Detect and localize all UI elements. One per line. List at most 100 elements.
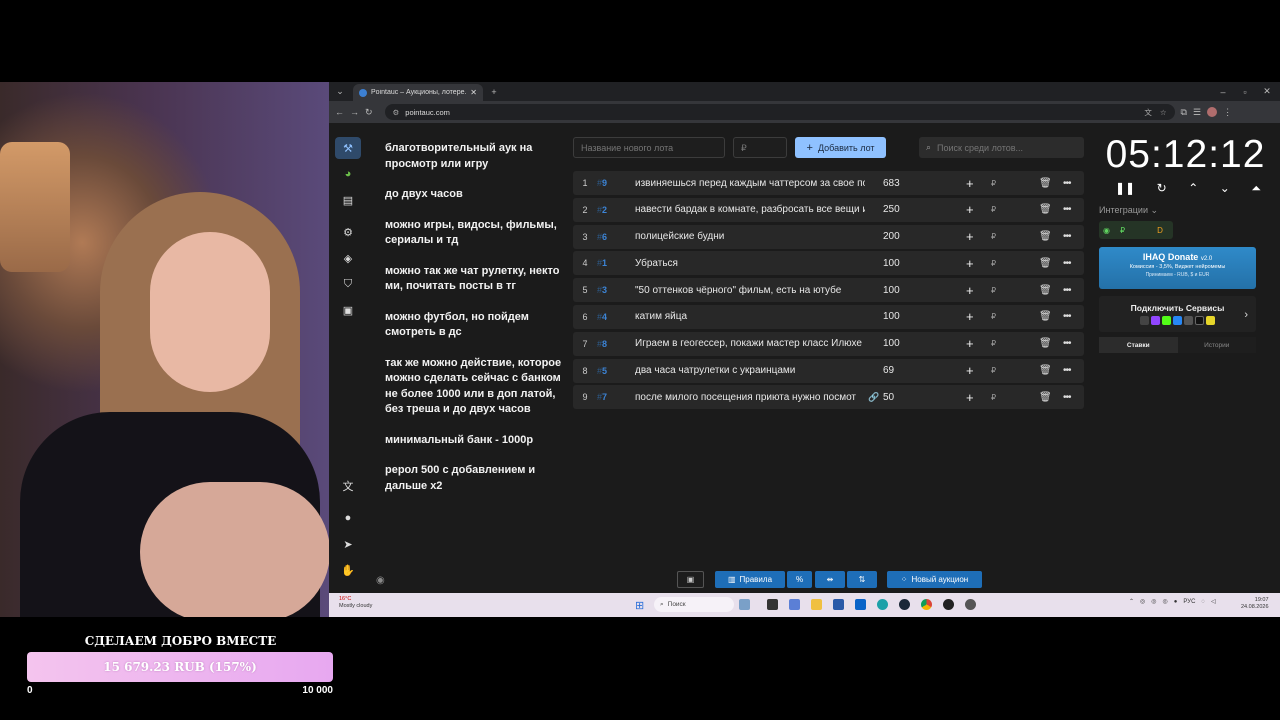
delete-lot-icon[interactable]: 🗑 <box>1039 231 1052 242</box>
taskbar-app-icon[interactable] <box>855 599 866 610</box>
percent-button[interactable]: % <box>787 571 812 588</box>
ruble-icon[interactable]: ₽ <box>991 205 996 214</box>
more-options-icon[interactable]: ••• <box>1063 285 1071 296</box>
ruble-icon[interactable]: ₽ <box>991 366 996 375</box>
taskbar-app-icon[interactable] <box>789 599 800 610</box>
lot-search-input[interactable] <box>937 142 1077 153</box>
add-amount-icon[interactable]: + <box>966 229 974 244</box>
forward-icon[interactable]: → <box>350 107 359 117</box>
lot-row[interactable]: 2 #2 навести бардак в комнате, разбросат… <box>573 197 1084 222</box>
ruble-icon[interactable]: ₽ <box>991 232 996 241</box>
lot-name[interactable]: два часа чатрулетки с украинцами <box>635 365 865 376</box>
mic-icon[interactable]: ● <box>1174 599 1178 605</box>
lot-row[interactable]: 7 #8 Играем в геогессер, покажи мастер к… <box>573 331 1084 356</box>
new-auction-button[interactable]: ⁘ Новый аукцион <box>887 571 982 588</box>
volume-icon[interactable]: ◁ <box>1211 598 1216 605</box>
windows-start-icon[interactable]: ⊞ <box>635 599 644 612</box>
tab-list-icon[interactable]: ⌄ <box>333 85 347 99</box>
github-icon[interactable]: ● <box>335 507 361 529</box>
tray-chevron-icon[interactable]: ⌃ <box>1129 598 1134 605</box>
sort-button[interactable]: ⇅ <box>847 571 877 588</box>
lot-row[interactable]: 1 #9 извиняешься перед каждым чаттерсом … <box>573 171 1084 195</box>
taskbar-app-icon[interactable] <box>833 599 844 610</box>
close-tab-icon[interactable]: ✕ <box>470 88 477 97</box>
lot-amount[interactable]: 683 <box>883 178 943 189</box>
increase-icon[interactable]: ⌃ <box>1188 181 1198 197</box>
ruble-icon[interactable]: ₽ <box>991 179 996 188</box>
reload-icon[interactable]: ↻ <box>365 107 373 118</box>
address-bar[interactable]: ⚙ pointauc.com 文 ☆ <box>384 104 1175 120</box>
add-amount-icon[interactable]: + <box>966 176 974 191</box>
lot-name[interactable]: навести бардак в комнате, разбросать все… <box>635 204 865 215</box>
lot-row[interactable]: 4 #1 Убраться 100 + ₽ 🗑 ••• <box>573 251 1084 276</box>
ruble-icon[interactable]: ₽ <box>991 312 996 321</box>
more-options-icon[interactable]: ••• <box>1063 204 1071 215</box>
lot-amount[interactable]: 100 <box>883 258 943 269</box>
lot-amount[interactable]: 50 <box>883 392 943 403</box>
ruble-icon[interactable]: ₽ <box>991 259 996 268</box>
back-icon[interactable]: ← <box>335 107 344 117</box>
bookmark-star-icon[interactable]: ☆ <box>1160 108 1167 117</box>
auction-hammer-icon[interactable]: ⚒ <box>335 137 361 159</box>
lot-name[interactable]: "50 оттенков чёрного" фильм, есть на юту… <box>635 285 865 296</box>
double-up-icon[interactable]: ⏶ <box>1251 181 1261 197</box>
profile-avatar[interactable] <box>1207 107 1218 117</box>
delete-lot-icon[interactable]: 🗑 <box>1039 392 1052 403</box>
media-icon[interactable]: ▣ <box>335 299 361 321</box>
ruble-icon[interactable]: ₽ <box>991 339 996 348</box>
translate-icon[interactable]: 文 <box>1144 107 1152 118</box>
file-explorer-icon[interactable] <box>811 599 822 610</box>
lot-amount[interactable]: 69 <box>883 365 943 376</box>
more-options-icon[interactable]: ••• <box>1063 392 1071 403</box>
more-options-icon[interactable]: ••• <box>1063 365 1071 376</box>
lot-amount[interactable]: 250 <box>883 204 943 215</box>
tab-history[interactable]: Истории <box>1177 337 1256 353</box>
lot-row[interactable]: 6 #4 катим яйца 100 + ₽ 🗑 ••• <box>573 304 1084 329</box>
taskbar-app-icon[interactable] <box>767 599 778 610</box>
delete-lot-icon[interactable]: 🗑 <box>1039 311 1052 322</box>
lot-name[interactable]: Играем в геогессер, покажи мастер класс … <box>635 338 865 349</box>
add-amount-icon[interactable]: + <box>966 336 974 351</box>
lot-row[interactable]: 9 #7 после милого посещения приюта нужно… <box>573 385 1084 410</box>
more-options-icon[interactable]: ••• <box>1063 258 1071 269</box>
decrease-icon[interactable]: ⌄ <box>1220 181 1230 197</box>
lot-name[interactable]: после милого посещения приюта нужно посм… <box>635 392 865 403</box>
new-lot-amount-input[interactable] <box>733 137 787 158</box>
integration-status[interactable]: ◉ ₽ D <box>1099 221 1173 239</box>
shield-icon[interactable]: ⛉ <box>335 273 361 295</box>
lot-row[interactable]: 3 #6 полицейские будни 200 + ₽ 🗑 ••• <box>573 224 1084 249</box>
delete-lot-icon[interactable]: 🗑 <box>1039 365 1052 376</box>
browser-tab[interactable]: Pointauc – Аукционы, лотере... ✕ <box>353 84 483 101</box>
translate-language-icon[interactable]: 文 <box>335 475 361 497</box>
new-lot-name-input[interactable] <box>573 137 725 158</box>
settings-gear-icon[interactable]: ⚙ <box>335 221 361 243</box>
lot-name[interactable]: извиняешься перед каждым чаттерсом за св… <box>635 178 865 189</box>
telegram-icon[interactable]: ➤ <box>335 533 361 555</box>
delete-lot-icon[interactable]: 🗑 <box>1039 285 1052 296</box>
chrome-icon[interactable] <box>921 599 932 610</box>
extensions-icon[interactable]: ⧉ <box>1181 107 1187 118</box>
pause-icon[interactable]: ❚❚ <box>1115 181 1135 197</box>
lot-amount[interactable]: 200 <box>883 231 943 242</box>
lot-search[interactable]: ⌕ <box>919 137 1084 158</box>
lot-row[interactable]: 8 #5 два часа чатрулетки с украинцами 69… <box>573 358 1084 383</box>
delete-lot-icon[interactable]: 🗑 <box>1039 204 1052 215</box>
minimize-icon[interactable]: – <box>1216 85 1230 99</box>
save-button[interactable]: ▣ <box>677 571 704 588</box>
ruble-icon[interactable]: ₽ <box>991 286 996 295</box>
site-info-icon[interactable]: ⚙ <box>393 108 400 117</box>
add-amount-icon[interactable]: + <box>966 309 974 324</box>
add-amount-icon[interactable]: + <box>966 256 974 271</box>
delete-lot-icon[interactable]: 🗑 <box>1039 258 1052 269</box>
lot-name[interactable]: катим яйца <box>635 311 865 322</box>
more-options-icon[interactable]: ••• <box>1063 231 1071 242</box>
taskbar-search[interactable]: ⌕ Поиск <box>654 597 734 612</box>
stats-icon[interactable]: ▤ <box>335 189 361 211</box>
edge-icon[interactable] <box>877 599 888 610</box>
new-tab-button[interactable]: + <box>487 85 501 99</box>
add-lot-button[interactable]: + Добавить лот <box>795 137 886 158</box>
steam-icon[interactable] <box>899 599 910 610</box>
add-amount-icon[interactable]: + <box>966 363 974 378</box>
more-options-icon[interactable]: ••• <box>1063 178 1071 189</box>
ihaq-donate-banner[interactable]: IHAQ Donate v2.0 Комиссия - 3,5%, Виджет… <box>1099 247 1256 289</box>
